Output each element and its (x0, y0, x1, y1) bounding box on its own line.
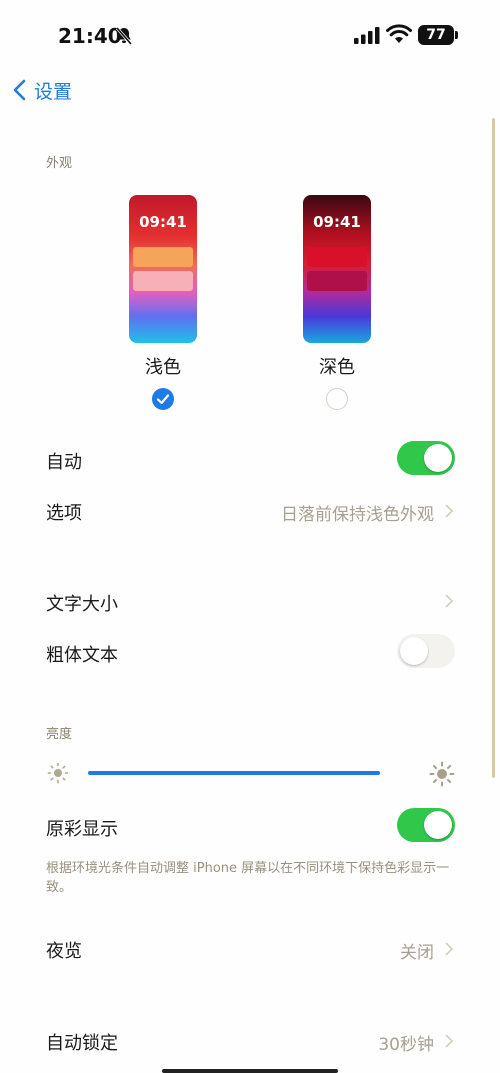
toggle-knob (400, 637, 428, 665)
battery-cap (455, 31, 458, 39)
light-preview-widget (133, 271, 193, 291)
appearance-header: 外观 (46, 156, 73, 171)
light-mode-radio[interactable] (152, 388, 174, 410)
bell-mute-icon (115, 27, 133, 45)
battery-indicator: 77 (418, 25, 454, 45)
night-shift-label: 夜览 (46, 941, 82, 962)
bold-text-label: 粗体文本 (46, 645, 118, 666)
toggle-knob (424, 811, 452, 839)
dark-preview-widget (307, 271, 367, 291)
auto-toggle[interactable] (397, 441, 455, 475)
auto-lock-label: 自动锁定 (46, 1033, 118, 1054)
status-time: 21:40 (58, 24, 122, 48)
night-shift-row[interactable]: 夜览 关闭 (0, 928, 500, 968)
checkmark-icon (156, 394, 170, 405)
true-tone-toggle[interactable] (397, 808, 455, 842)
sun-large-icon (429, 761, 455, 787)
brightness-header: 亮度 (46, 727, 73, 742)
dark-preview-time: 09:41 (313, 213, 361, 231)
dark-mode-preview[interactable]: 09:41 (303, 195, 371, 343)
options-value: 日落前保持浅色外观 (281, 505, 434, 525)
text-size-row[interactable]: 文字大小 (0, 581, 500, 621)
home-indicator (162, 1069, 338, 1073)
wifi-icon (386, 24, 412, 43)
light-mode-label: 浅色 (145, 357, 181, 378)
chevron-right-icon (445, 594, 454, 608)
chevron-right-icon (445, 504, 454, 518)
text-size-label: 文字大小 (46, 594, 118, 615)
bold-text-toggle[interactable] (397, 634, 455, 668)
options-row[interactable]: 选项 日落前保持浅色外观 (0, 490, 500, 530)
back-label: 设置 (34, 80, 73, 103)
back-button[interactable]: 设置 (12, 76, 72, 104)
auto-lock-value: 30秒钟 (378, 1035, 434, 1055)
scrollbar[interactable] (492, 118, 495, 778)
dark-preview-widget (307, 247, 367, 267)
chevron-right-icon (445, 942, 454, 956)
auto-label: 自动 (46, 452, 82, 473)
auto-lock-row[interactable]: 自动锁定 30秒钟 (0, 1020, 500, 1060)
chevron-left-icon (13, 79, 26, 101)
dark-mode-label: 深色 (319, 357, 355, 378)
light-mode-preview[interactable]: 09:41 (129, 195, 197, 343)
dark-mode-radio[interactable] (326, 388, 348, 410)
light-preview-widget (133, 247, 193, 267)
cellular-signal-icon (354, 27, 380, 44)
sun-small-icon (47, 762, 69, 784)
chevron-right-icon (445, 1034, 454, 1048)
brightness-slider[interactable] (88, 771, 380, 775)
options-label: 选项 (46, 503, 82, 524)
night-shift-value: 关闭 (400, 943, 434, 963)
true-tone-label: 原彩显示 (46, 819, 118, 840)
toggle-knob (424, 444, 452, 472)
light-preview-time: 09:41 (139, 213, 187, 231)
true-tone-footnote: 根据环境光条件自动调整 iPhone 屏幕以在不同环境下保持色彩显示一致。 (46, 861, 450, 895)
